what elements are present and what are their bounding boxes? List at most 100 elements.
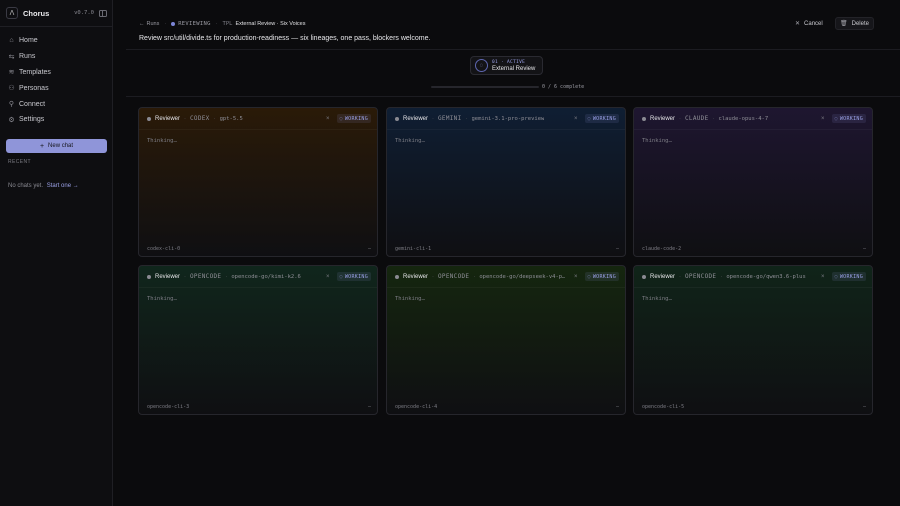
- sidebar-item-label: Personas: [19, 84, 49, 92]
- card-role: Reviewer: [650, 115, 676, 122]
- card-role: Reviewer: [403, 115, 429, 122]
- status-dot-icon: [171, 22, 176, 26]
- status-badge-label: WORKING: [592, 273, 616, 280]
- gear-icon: ⚙: [8, 116, 15, 124]
- card-lineage: OPENCODE: [685, 273, 717, 280]
- reviewer-card[interactable]: Reviewer · OPENCODE · opencode-go/kimi-k…: [138, 265, 378, 415]
- delete-button[interactable]: 🗑 Delete: [835, 17, 874, 30]
- card-role: Reviewer: [403, 273, 429, 280]
- duration-placeholder: —: [615, 404, 619, 410]
- reviewer-card[interactable]: Reviewer · OPENCODE · opencode-go/deepse…: [386, 265, 626, 415]
- spinner-icon: ◌: [834, 273, 838, 280]
- sidebar-item-runs[interactable]: ⇆ Runs: [6, 49, 107, 65]
- stage-divider: [126, 96, 900, 97]
- close-icon: ✕: [795, 21, 801, 27]
- card-model: gemini-3.1-pro-preview: [471, 115, 545, 122]
- spinner-icon: ◌: [834, 115, 838, 122]
- plus-icon: +: [39, 142, 45, 150]
- session-id: opencode-cli-5: [642, 404, 685, 410]
- close-icon[interactable]: ×: [821, 116, 825, 122]
- card-output: Thinking…: [395, 296, 425, 302]
- sidebar-toggle-icon[interactable]: [99, 9, 107, 17]
- sidebar-item-label: Connect: [19, 100, 46, 108]
- card-output: Thinking…: [395, 138, 425, 144]
- session-id: gemini-cli-1: [395, 246, 432, 252]
- card-lineage: OPENCODE: [438, 273, 470, 280]
- sidebar-divider: [0, 26, 113, 27]
- reviewer-card[interactable]: Reviewer · OPENCODE · opencode-go/qwen3.…: [633, 265, 873, 415]
- delete-label: Delete: [851, 20, 869, 27]
- breadcrumb: ← Runs · REVIEWING · TPL External Review…: [139, 19, 305, 29]
- card-output: Thinking…: [147, 296, 177, 302]
- close-icon[interactable]: ×: [326, 274, 330, 280]
- breadcrumb-separator: ·: [164, 21, 167, 27]
- sidebar-item-templates[interactable]: ≋ Templates: [6, 65, 107, 81]
- status-dot-icon: [395, 116, 399, 121]
- sidebar-item-label: Templates: [19, 68, 51, 76]
- close-icon[interactable]: ×: [821, 274, 825, 280]
- trash-icon: 🗑: [840, 21, 848, 27]
- card-lineage: GEMINI: [438, 115, 462, 122]
- card-header: Reviewer · OPENCODE · opencode-go/deepse…: [387, 266, 625, 288]
- sidebar-item-connect[interactable]: ⚲ Connect: [6, 96, 107, 112]
- card-lineage: CODEX: [190, 115, 210, 122]
- cancel-button[interactable]: ✕ Cancel: [791, 17, 827, 30]
- start-chat-link[interactable]: Start one →: [47, 183, 79, 189]
- status-dot-icon: [642, 116, 646, 121]
- card-model: opencode-go/kimi-k2.6: [231, 273, 301, 280]
- sidebar: Λ Chorus v0.7.0 ⌂ Home ⇆ Runs ≋ Template…: [0, 0, 113, 506]
- close-icon[interactable]: ×: [574, 116, 578, 122]
- card-header: Reviewer · CODEX · gpt-5.5 × ◌ WORKING: [139, 108, 377, 130]
- card-role: Reviewer: [650, 273, 676, 280]
- arrow-left-icon[interactable]: ←: [139, 21, 145, 27]
- card-footer: opencode-cli-5 —: [642, 404, 866, 410]
- spinner-icon: ◌: [339, 115, 343, 122]
- status-badge-label: WORKING: [592, 115, 616, 122]
- app-version: v0.7.0: [74, 10, 94, 16]
- new-chat-label: New chat: [48, 143, 74, 149]
- card-output: Thinking…: [147, 138, 177, 144]
- card-role: Reviewer: [155, 273, 181, 280]
- status-badge: ◌ WORKING: [336, 272, 371, 281]
- stage-number: 01 · ACTIVE: [492, 59, 526, 65]
- sidebar-item-personas[interactable]: ⚇ Personas: [6, 80, 107, 96]
- duration-placeholder: —: [862, 246, 866, 252]
- card-separator: ·: [473, 273, 476, 280]
- card-lineage: OPENCODE: [190, 273, 222, 280]
- card-separator: ·: [720, 273, 723, 280]
- card-model: claude-opus-4-7: [718, 115, 769, 122]
- progress-text: 0 / 6 complete: [542, 84, 585, 90]
- close-icon[interactable]: ×: [326, 116, 330, 122]
- status-dot-icon: [147, 116, 151, 121]
- status-dot-icon: [642, 274, 646, 279]
- breadcrumb-runs-link[interactable]: Runs: [147, 21, 160, 27]
- brand: Λ Chorus v0.7.0: [6, 6, 107, 20]
- card-separator: ·: [679, 115, 682, 122]
- sidebar-item-home[interactable]: ⌂ Home: [6, 33, 107, 49]
- duration-placeholder: —: [615, 246, 619, 252]
- card-header: Reviewer · CLAUDE · claude-opus-4-7 × ◌ …: [634, 108, 872, 130]
- close-icon[interactable]: ×: [574, 274, 578, 280]
- card-footer: codex-cli-0 —: [147, 246, 371, 252]
- run-status: REVIEWING: [178, 21, 211, 27]
- chorus-logo-icon: Λ: [6, 7, 18, 19]
- card-model: gpt-5.5: [219, 115, 243, 122]
- reviewer-card[interactable]: Reviewer · CLAUDE · claude-opus-4-7 × ◌ …: [633, 107, 873, 257]
- status-badge: ◌ WORKING: [584, 114, 619, 123]
- brand-name: Chorus: [23, 8, 50, 18]
- sidebar-item-settings[interactable]: ⚙ Settings: [6, 112, 107, 128]
- card-output: Thinking…: [642, 296, 672, 302]
- card-header: Reviewer · OPENCODE · opencode-go/kimi-k…: [139, 266, 377, 288]
- spinner-icon: ◌: [339, 273, 343, 280]
- card-separator: ·: [213, 115, 216, 122]
- card-model: opencode-go/qwen3.6-plus: [726, 273, 806, 280]
- card-role: Reviewer: [155, 115, 181, 122]
- reviewer-card[interactable]: Reviewer · CODEX · gpt-5.5 × ◌ WORKING T…: [138, 107, 378, 257]
- stage-chip[interactable]: ◌ 01 · ACTIVE External Review: [470, 56, 543, 75]
- card-header: Reviewer · OPENCODE · opencode-go/qwen3.…: [634, 266, 872, 288]
- status-badge-label: WORKING: [344, 273, 368, 280]
- empty-chats-message: No chats yet. Start one →: [8, 183, 79, 189]
- new-chat-button[interactable]: + New chat: [6, 139, 107, 153]
- home-icon: ⌂: [9, 37, 14, 45]
- reviewer-card[interactable]: Reviewer · GEMINI · gemini-3.1-pro-previ…: [386, 107, 626, 257]
